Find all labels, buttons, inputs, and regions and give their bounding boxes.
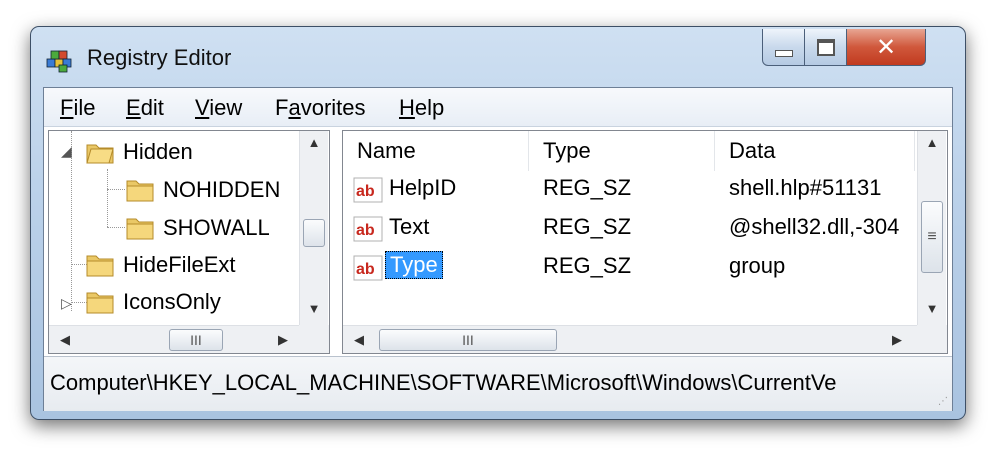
expand-arrow-icon[interactable]: ▷ <box>61 295 72 312</box>
folder-icon <box>126 180 154 202</box>
value-data: @shell32.dll,-304 <box>729 214 900 239</box>
scroll-left-arrow-icon[interactable]: ◀ <box>345 332 373 348</box>
string-value-icon: ab <box>353 177 383 203</box>
string-value-icon: ab <box>353 255 383 281</box>
menu-help[interactable]: Help <box>399 95 444 121</box>
close-icon: ✕ <box>875 33 897 61</box>
value-data: group <box>729 253 786 278</box>
value-type: REG_SZ <box>543 253 632 278</box>
scroll-left-arrow-icon[interactable]: ◀ <box>51 332 79 348</box>
scroll-right-arrow-icon[interactable]: ▶ <box>883 332 911 348</box>
values-horizontal-scrollbar[interactable]: ◀ III ▶ <box>343 325 917 353</box>
menu-file-hotkey: F <box>60 95 74 120</box>
column-header-data[interactable]: Data <box>715 131 915 171</box>
folder-icon <box>86 292 114 314</box>
scrollbar-corner <box>917 325 947 353</box>
values-hscroll-thumb[interactable]: III <box>379 329 557 351</box>
tree-item-label: HideFileExt <box>123 252 236 277</box>
close-button[interactable]: ✕ <box>846 29 926 66</box>
collapse-arrow-icon[interactable]: ◢ <box>61 143 72 160</box>
resize-grip-icon[interactable]: ⋰ <box>938 396 948 407</box>
menu-favorites-pre: F <box>275 95 289 120</box>
tree-item-hidden[interactable]: Hidden <box>85 137 193 167</box>
menu-bar: File Edit View Favorites Help <box>44 88 952 127</box>
svg-text:ab: ab <box>356 261 375 278</box>
registry-editor-icon <box>46 50 72 73</box>
menu-favorites-rest: vorites <box>300 95 366 120</box>
values-vertical-scrollbar[interactable]: ▲ ≡ ▼ <box>917 131 946 325</box>
title-bar[interactable]: Registry Editor ✕ <box>31 27 965 79</box>
svg-text:ab: ab <box>356 222 375 239</box>
registry-tree-pane[interactable]: ◢ Hidden NOHIDDEN SHOWALL HideFileExt ▷ … <box>48 130 330 354</box>
menu-view[interactable]: View <box>195 95 242 121</box>
folder-icon <box>126 218 154 240</box>
folder-icon <box>86 255 114 277</box>
tree-item-label: Hidden <box>123 139 193 164</box>
tree-item-label: IconsOnly <box>123 289 221 314</box>
tree-connector <box>107 227 125 228</box>
scroll-right-arrow-icon[interactable]: ▶ <box>269 332 297 348</box>
menu-edit[interactable]: Edit <box>126 95 164 121</box>
tree-hscroll-thumb[interactable]: III <box>169 329 223 351</box>
tree-connector <box>107 189 125 190</box>
menu-edit-hotkey: E <box>126 95 141 120</box>
menu-help-rest: elp <box>414 95 445 120</box>
scrollbar-corner <box>299 325 329 353</box>
minimize-icon <box>775 49 793 57</box>
menu-view-rest: iew <box>209 95 243 120</box>
string-value-icon: ab <box>353 216 383 242</box>
value-name: Text <box>389 214 430 239</box>
menu-favorites-hotkey: a <box>288 95 301 120</box>
table-row[interactable]: ab Text REG_SZ @shell32.dll,-304 <box>343 210 913 248</box>
table-row-selected[interactable]: ab Type REG_SZ group <box>343 249 913 287</box>
registry-editor-window: Registry Editor ✕ File Edit View Favorit… <box>30 26 966 420</box>
value-data: shell.hlp#51131 <box>729 175 882 200</box>
folder-open-icon <box>86 144 114 164</box>
tree-item-label: NOHIDDEN <box>163 177 281 202</box>
menu-edit-rest: dit <box>140 95 164 120</box>
tree-vertical-scrollbar[interactable]: ▲ ▼ <box>299 131 328 325</box>
status-path: Computer\HKEY_LOCAL_MACHINE\SOFTWARE\Mic… <box>50 370 837 395</box>
tree-guide-line-child <box>107 169 108 227</box>
tree-item-showall[interactable]: SHOWALL <box>125 213 270 243</box>
values-vscroll-thumb[interactable]: ≡ <box>921 201 943 273</box>
menu-view-hotkey: V <box>195 95 210 120</box>
scroll-up-arrow-icon[interactable]: ▲ <box>918 135 946 150</box>
tree-item-label: SHOWALL <box>163 215 270 240</box>
column-header-type[interactable]: Type <box>529 131 715 171</box>
value-name: HelpID <box>389 175 457 200</box>
maximize-button[interactable] <box>804 29 848 66</box>
registry-values-pane[interactable]: Name Type Data ab HelpID REG_SZ shell.hl… <box>342 130 948 354</box>
menu-file[interactable]: File <box>60 95 95 121</box>
tree-item-hidefileext[interactable]: HideFileExt <box>85 250 235 280</box>
value-type: REG_SZ <box>543 214 632 239</box>
window-title: Registry Editor <box>87 45 232 70</box>
tree-item-nohidden[interactable]: NOHIDDEN <box>125 175 280 205</box>
menu-favorites[interactable]: Favorites <box>275 95 366 121</box>
client-area: File Edit View Favorites Help ◢ Hidden N… <box>43 87 953 411</box>
scroll-down-arrow-icon[interactable]: ▼ <box>300 301 328 316</box>
column-header-name[interactable]: Name <box>343 131 529 171</box>
maximize-icon <box>817 38 835 56</box>
svg-text:ab: ab <box>356 183 375 200</box>
table-row[interactable]: ab HelpID REG_SZ shell.hlp#51131 <box>343 171 913 209</box>
menu-file-rest: ile <box>73 95 96 120</box>
scroll-down-arrow-icon[interactable]: ▼ <box>918 301 946 316</box>
value-name-selected[interactable]: Type <box>385 251 443 279</box>
value-type: REG_SZ <box>543 175 632 200</box>
menu-help-hotkey: H <box>399 95 415 120</box>
tree-item-iconsonly[interactable]: IconsOnly <box>85 287 221 317</box>
minimize-button[interactable] <box>762 29 806 66</box>
tree-vscroll-thumb[interactable] <box>303 219 325 247</box>
tree-horizontal-scrollbar[interactable]: ◀ III ▶ <box>49 325 299 353</box>
status-bar: Computer\HKEY_LOCAL_MACHINE\SOFTWARE\Mic… <box>44 356 952 411</box>
scroll-up-arrow-icon[interactable]: ▲ <box>300 135 328 150</box>
